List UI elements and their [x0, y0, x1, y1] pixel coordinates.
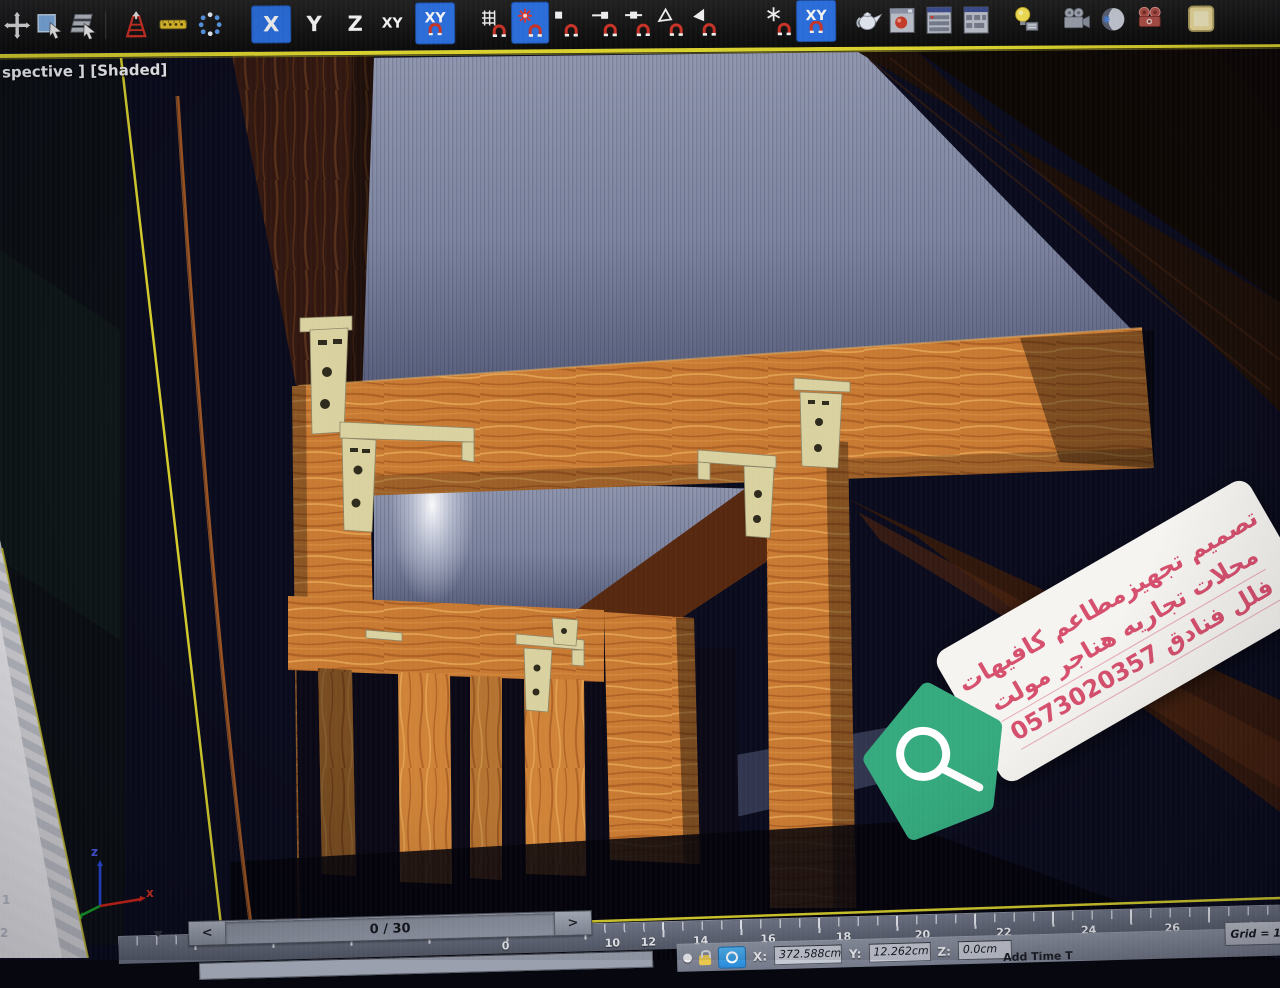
magnet-icon	[808, 21, 824, 33]
material-editor-icon[interactable]	[887, 2, 917, 38]
snap-toggle-xy-button[interactable]: XY	[416, 3, 454, 43]
add-time-tag[interactable]: Add Time T	[1003, 949, 1073, 964]
video-camera-icon[interactable]	[1061, 1, 1091, 37]
ruler-number: 0	[502, 939, 510, 952]
constraint-xy-label: XY	[382, 17, 403, 31]
grid-snap-icon[interactable]	[479, 5, 509, 41]
render-dialog-icon[interactable]	[961, 2, 991, 38]
ruler-number: 12	[641, 935, 657, 948]
x-coord-label: X:	[753, 949, 767, 963]
light-setup-icon[interactable]	[1012, 2, 1042, 38]
edge-snap-icon[interactable]	[656, 4, 686, 40]
measure-ruler-icon[interactable]	[158, 7, 188, 43]
mirror-icon[interactable]	[121, 7, 151, 43]
chevron-down-icon[interactable]	[152, 929, 164, 941]
tag-shape	[863, 682, 1007, 836]
constraint-z-label: Z	[347, 13, 362, 34]
constraint-y-button[interactable]: Y	[299, 6, 329, 42]
snap-toggle-xy-2-button[interactable]: XY	[797, 1, 835, 41]
face-snap-icon[interactable]	[689, 4, 719, 40]
y-coord-label: Y:	[849, 946, 862, 960]
left-edge-number-2: 2	[0, 926, 8, 940]
constraint-z-button[interactable]: Z	[340, 6, 370, 42]
vertex-snap-icon[interactable]	[551, 4, 581, 40]
x-coord-field[interactable]: 372.588cm	[774, 944, 842, 965]
render-setup-icon[interactable]	[924, 2, 954, 38]
axis-z-label: z	[91, 845, 98, 859]
constraint-xy-button[interactable]: XY	[377, 6, 407, 42]
axis-x-label: x	[146, 886, 154, 900]
z-coord-label: Z:	[937, 944, 951, 958]
pivot-snap-icon[interactable]	[764, 3, 794, 39]
select-by-layer-icon[interactable]	[68, 7, 98, 43]
environment-sphere-icon[interactable]	[1098, 1, 1128, 37]
constraint-y-label: Y	[306, 14, 321, 35]
select-region-icon[interactable]	[35, 8, 65, 44]
perspective-viewport[interactable]	[0, 0, 1280, 960]
left-edge-number-1: 1	[2, 893, 10, 907]
midpoint-snap-icon[interactable]	[623, 4, 653, 40]
endpoint-snap-icon[interactable]	[590, 4, 620, 40]
render-teapot-icon[interactable]	[854, 3, 884, 39]
magnet-icon	[427, 23, 443, 35]
selection-dot-icon[interactable]	[683, 953, 692, 962]
constraint-x-button[interactable]: X	[252, 6, 290, 42]
watermark-tag	[852, 670, 1023, 847]
render-production-icon[interactable]	[1135, 1, 1165, 37]
select-and-move-icon[interactable]	[2, 8, 32, 44]
absolute-mode-toggle[interactable]	[718, 946, 747, 969]
next-frame-button[interactable]: >	[554, 911, 592, 935]
viewport-label[interactable]: spective ] [Shaded]	[2, 61, 168, 82]
select-and-manipulate-icon[interactable]	[195, 7, 225, 43]
prev-frame-button[interactable]: <	[189, 921, 227, 945]
constraint-x-label: X	[263, 14, 279, 35]
ruler-number: 10	[605, 936, 621, 949]
rendered-frame-window-icon[interactable]	[1186, 1, 1216, 37]
snap-toggle-icon[interactable]	[512, 3, 548, 43]
main-toolbar: X Y Z XY XY XY	[0, 0, 1280, 52]
grid-spacing-readout: Grid = 10.	[1224, 920, 1280, 946]
toolbar-separator	[105, 11, 106, 39]
